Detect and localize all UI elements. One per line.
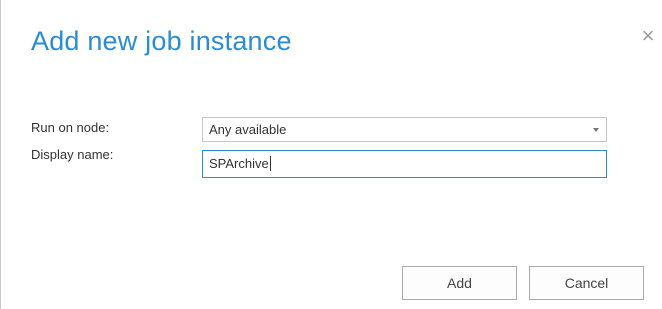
run-on-node-select[interactable]: Any available (202, 117, 607, 142)
run-on-node-label: Run on node: (31, 120, 110, 135)
display-name-value: SPArchive (209, 156, 269, 171)
close-icon[interactable]: × (638, 25, 658, 47)
run-on-node-value: Any available (209, 122, 287, 137)
display-name-input[interactable]: SPArchive (202, 150, 607, 178)
chevron-down-icon (593, 128, 599, 132)
add-job-instance-dialog: Add new job instance × Run on node: Any … (0, 0, 662, 309)
text-caret (269, 156, 271, 171)
cancel-button[interactable]: Cancel (529, 266, 644, 300)
add-button[interactable]: Add (402, 266, 517, 300)
dialog-title: Add new job instance (31, 26, 292, 56)
display-name-label: Display name: (31, 147, 114, 162)
